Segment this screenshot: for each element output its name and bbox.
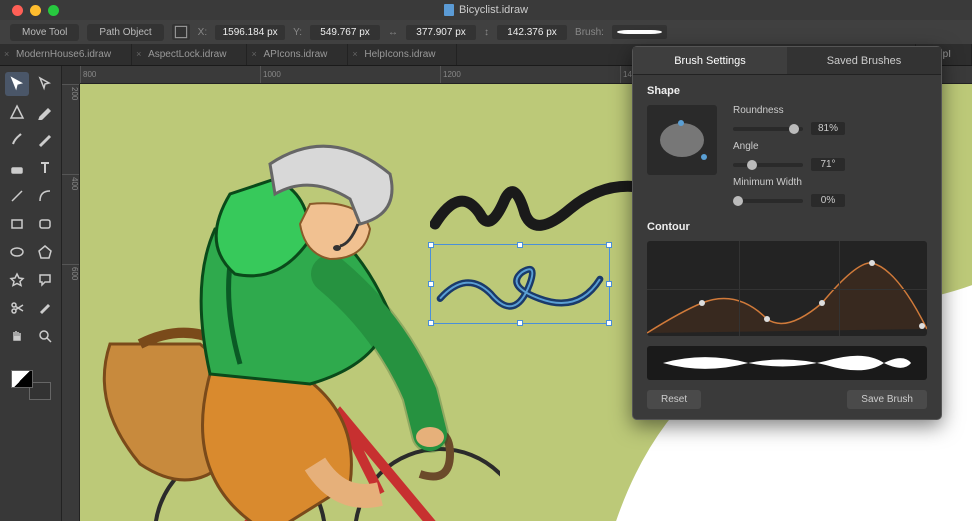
curve-tool[interactable] [33, 184, 57, 208]
document-tab[interactable]: ×ModernHouse6.idraw [0, 44, 132, 65]
text-tool[interactable] [33, 156, 57, 180]
titlebar: Bicyclist.idraw [0, 0, 972, 20]
resize-handle[interactable] [428, 281, 434, 287]
shape-header: Shape [647, 85, 927, 97]
contour-preview [647, 346, 927, 380]
angle-slider[interactable] [733, 163, 803, 167]
selection-box[interactable] [430, 244, 610, 324]
roundness-label: Roundness [733, 105, 927, 116]
height-field[interactable]: 142.376 px [497, 25, 567, 40]
ruler-origin[interactable] [62, 66, 80, 84]
speech-bubble-tool[interactable] [33, 268, 57, 292]
stroke-color-swatch[interactable] [11, 370, 33, 388]
width-field[interactable]: 377.907 px [406, 25, 476, 40]
brush-stroke-blue-selected[interactable] [431, 245, 609, 323]
close-window-icon[interactable] [12, 5, 23, 16]
brush-shape-editor[interactable] [647, 105, 717, 175]
roundness-slider[interactable] [733, 127, 803, 131]
node-tool[interactable] [5, 100, 29, 124]
x-label: X: [198, 27, 207, 38]
eraser-tool[interactable] [5, 156, 29, 180]
close-tab-icon[interactable]: × [251, 49, 256, 59]
document-icon [444, 4, 454, 16]
angle-value[interactable]: 71° [811, 158, 845, 171]
tool-name-label: Move Tool [10, 24, 79, 41]
resize-handle[interactable] [606, 320, 612, 326]
close-tab-icon[interactable]: × [136, 49, 141, 59]
document-tab[interactable]: ×AspectLock.idraw [132, 44, 247, 65]
window-title-text: Bicyclist.idraw [459, 4, 528, 16]
y-field[interactable]: 549.767 px [310, 25, 380, 40]
min-width-value[interactable]: 0% [811, 194, 845, 207]
ellipse-tool[interactable] [5, 240, 29, 264]
document-tab[interactable]: ×HelpIcons.idraw [348, 44, 456, 65]
minimize-window-icon[interactable] [30, 5, 41, 16]
line-tool[interactable] [5, 184, 29, 208]
object-type-label: Path Object [87, 24, 163, 41]
tab-brush-settings[interactable]: Brush Settings [633, 47, 787, 74]
polygon-tool[interactable] [33, 240, 57, 264]
document-tab[interactable]: ×APIcons.idraw [247, 44, 348, 65]
min-width-label: Minimum Width [733, 177, 927, 188]
save-brush-button[interactable]: Save Brush [847, 390, 927, 409]
close-tab-icon[interactable]: × [352, 49, 357, 59]
pen-tool[interactable] [33, 100, 57, 124]
resize-handle[interactable] [428, 320, 434, 326]
zoom-tool[interactable] [33, 324, 57, 348]
color-swatches[interactable] [11, 370, 51, 400]
roundrect-tool[interactable] [33, 212, 57, 236]
pencil-tool[interactable] [33, 128, 57, 152]
resize-handle[interactable] [517, 320, 523, 326]
brush-preview-dropdown[interactable] [612, 25, 667, 39]
resize-handle[interactable] [428, 242, 434, 248]
resize-handle[interactable] [606, 281, 612, 287]
maximize-window-icon[interactable] [48, 5, 59, 16]
tab-saved-brushes[interactable]: Saved Brushes [787, 47, 941, 74]
window-traffic-lights [12, 5, 59, 16]
brush-settings-panel[interactable]: Brush Settings Saved Brushes Shape Round… [632, 46, 942, 420]
options-bar: Move Tool Path Object X: 1596.184 px Y: … [0, 20, 972, 44]
direct-select-tool[interactable] [33, 72, 57, 96]
roundness-value[interactable]: 81% [811, 122, 845, 135]
window-title: Bicyclist.idraw [444, 4, 528, 16]
w-label: ↔ [388, 27, 398, 38]
tool-palette [0, 66, 62, 521]
min-width-slider[interactable] [733, 199, 803, 203]
resize-handle[interactable] [517, 242, 523, 248]
rect-tool[interactable] [5, 212, 29, 236]
y-label: Y: [293, 27, 302, 38]
scissors-tool[interactable] [5, 296, 29, 320]
brush-label: Brush: [575, 27, 604, 38]
reset-button[interactable]: Reset [647, 390, 701, 409]
align-button[interactable] [172, 24, 190, 40]
shape-control-point[interactable] [701, 154, 707, 160]
resize-handle[interactable] [606, 242, 612, 248]
shape-control-point[interactable] [678, 120, 684, 126]
vertical-ruler[interactable]: 200400600 [62, 84, 80, 521]
x-field[interactable]: 1596.184 px [215, 25, 285, 40]
contour-curve-editor[interactable] [647, 241, 927, 336]
hand-tool[interactable] [5, 324, 29, 348]
close-tab-icon[interactable]: × [4, 49, 9, 59]
contour-header: Contour [647, 221, 927, 233]
move-tool[interactable] [5, 72, 29, 96]
panel-tabs: Brush Settings Saved Brushes [633, 47, 941, 75]
star-tool[interactable] [5, 268, 29, 292]
brush-tool[interactable] [5, 128, 29, 152]
angle-label: Angle [733, 141, 927, 152]
h-label: ↕ [484, 27, 489, 38]
eyedropper-tool[interactable] [33, 296, 57, 320]
